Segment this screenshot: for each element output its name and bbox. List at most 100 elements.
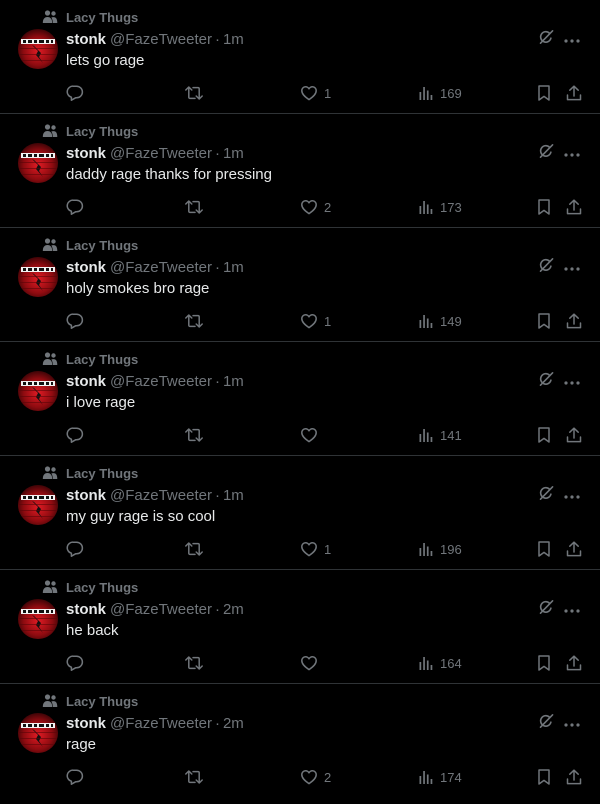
display-name[interactable]: stonk [66, 373, 106, 390]
views-button[interactable]: 174 [418, 767, 462, 787]
tweet[interactable]: Lacy Thugs stonk @FazeTweeter · 1m lets … [0, 0, 600, 114]
social-context[interactable]: Lacy Thugs [42, 9, 138, 25]
more-button[interactable] [562, 143, 582, 163]
timestamp[interactable]: 1m [223, 487, 244, 504]
share-button[interactable] [565, 767, 583, 787]
repost-button[interactable] [184, 83, 204, 103]
reply-button[interactable] [66, 311, 84, 331]
timestamp[interactable]: 2m [223, 601, 244, 618]
social-context[interactable]: Lacy Thugs [42, 465, 138, 481]
grok-button[interactable] [536, 143, 556, 163]
repost-button[interactable] [184, 767, 204, 787]
tweet[interactable]: Lacy Thugs stonk @FazeTweeter · 2m he ba… [0, 570, 600, 684]
more-button[interactable] [562, 599, 582, 619]
more-button[interactable] [562, 29, 582, 49]
reply-button[interactable] [66, 197, 84, 217]
reply-button[interactable] [66, 539, 84, 559]
timestamp[interactable]: 1m [223, 373, 244, 390]
more-button[interactable] [562, 257, 582, 277]
share-button[interactable] [565, 197, 583, 217]
share-button[interactable] [565, 653, 583, 673]
share-button[interactable] [565, 311, 583, 331]
views-button[interactable]: 169 [418, 83, 462, 103]
social-context[interactable]: Lacy Thugs [42, 579, 138, 595]
share-icon [565, 84, 583, 102]
like-button[interactable]: 1 [300, 311, 331, 331]
user-handle[interactable]: @FazeTweeter [110, 601, 212, 618]
repost-button[interactable] [184, 311, 204, 331]
repost-button[interactable] [184, 539, 204, 559]
bookmark-button[interactable] [536, 197, 552, 217]
like-button[interactable]: 1 [300, 83, 331, 103]
repost-icon [184, 540, 204, 558]
like-button[interactable]: 2 [300, 767, 331, 787]
like-button[interactable]: 1 [300, 539, 331, 559]
reply-button[interactable] [66, 425, 84, 445]
avatar[interactable] [18, 257, 58, 297]
views-button[interactable]: 173 [418, 197, 462, 217]
avatar[interactable] [18, 29, 58, 69]
tweet[interactable]: Lacy Thugs stonk @FazeTweeter · 1m daddy… [0, 114, 600, 228]
bookmark-button[interactable] [536, 539, 552, 559]
tweet[interactable]: Lacy Thugs stonk @FazeTweeter · 1m i lov… [0, 342, 600, 456]
grok-button[interactable] [536, 371, 556, 391]
repost-button[interactable] [184, 653, 204, 673]
reply-button[interactable] [66, 653, 84, 673]
display-name[interactable]: stonk [66, 145, 106, 162]
social-context[interactable]: Lacy Thugs [42, 351, 138, 367]
display-name[interactable]: stonk [66, 715, 106, 732]
more-button[interactable] [562, 371, 582, 391]
bookmark-button[interactable] [536, 83, 552, 103]
repost-button[interactable] [184, 197, 204, 217]
grok-button[interactable] [536, 29, 556, 49]
like-button[interactable]: 2 [300, 197, 331, 217]
views-button[interactable]: 196 [418, 539, 462, 559]
tweet[interactable]: Lacy Thugs stonk @FazeTweeter · 1m my gu… [0, 456, 600, 570]
like-button[interactable] [300, 425, 324, 445]
views-button[interactable]: 149 [418, 311, 462, 331]
bookmark-button[interactable] [536, 653, 552, 673]
share-button[interactable] [565, 425, 583, 445]
bookmark-button[interactable] [536, 425, 552, 445]
repost-button[interactable] [184, 425, 204, 445]
user-handle[interactable]: @FazeTweeter [110, 373, 212, 390]
share-button[interactable] [565, 539, 583, 559]
tweet[interactable]: Lacy Thugs stonk @FazeTweeter · 2m rage … [0, 684, 600, 798]
user-handle[interactable]: @FazeTweeter [110, 715, 212, 732]
views-button[interactable]: 141 [418, 425, 462, 445]
timestamp[interactable]: 1m [223, 31, 244, 48]
display-name[interactable]: stonk [66, 487, 106, 504]
avatar[interactable] [18, 485, 58, 525]
tweet[interactable]: Lacy Thugs stonk @FazeTweeter · 1m holy … [0, 228, 600, 342]
share-button[interactable] [565, 83, 583, 103]
social-context[interactable]: Lacy Thugs [42, 237, 138, 253]
grok-button[interactable] [536, 713, 556, 733]
grok-button[interactable] [536, 485, 556, 505]
social-context[interactable]: Lacy Thugs [42, 123, 138, 139]
avatar[interactable] [18, 599, 58, 639]
user-handle[interactable]: @FazeTweeter [110, 31, 212, 48]
display-name[interactable]: stonk [66, 31, 106, 48]
reply-button[interactable] [66, 767, 84, 787]
like-button[interactable] [300, 653, 324, 673]
user-handle[interactable]: @FazeTweeter [110, 259, 212, 276]
more-button[interactable] [562, 713, 582, 733]
social-context[interactable]: Lacy Thugs [42, 693, 138, 709]
bookmark-button[interactable] [536, 767, 552, 787]
user-handle[interactable]: @FazeTweeter [110, 487, 212, 504]
avatar[interactable] [18, 371, 58, 411]
timestamp[interactable]: 1m [223, 259, 244, 276]
views-button[interactable]: 164 [418, 653, 462, 673]
avatar[interactable] [18, 713, 58, 753]
reply-button[interactable] [66, 83, 84, 103]
timestamp[interactable]: 1m [223, 145, 244, 162]
avatar[interactable] [18, 143, 58, 183]
bookmark-button[interactable] [536, 311, 552, 331]
display-name[interactable]: stonk [66, 601, 106, 618]
display-name[interactable]: stonk [66, 259, 106, 276]
timestamp[interactable]: 2m [223, 715, 244, 732]
more-button[interactable] [562, 485, 582, 505]
grok-button[interactable] [536, 599, 556, 619]
grok-button[interactable] [536, 257, 556, 277]
user-handle[interactable]: @FazeTweeter [110, 145, 212, 162]
